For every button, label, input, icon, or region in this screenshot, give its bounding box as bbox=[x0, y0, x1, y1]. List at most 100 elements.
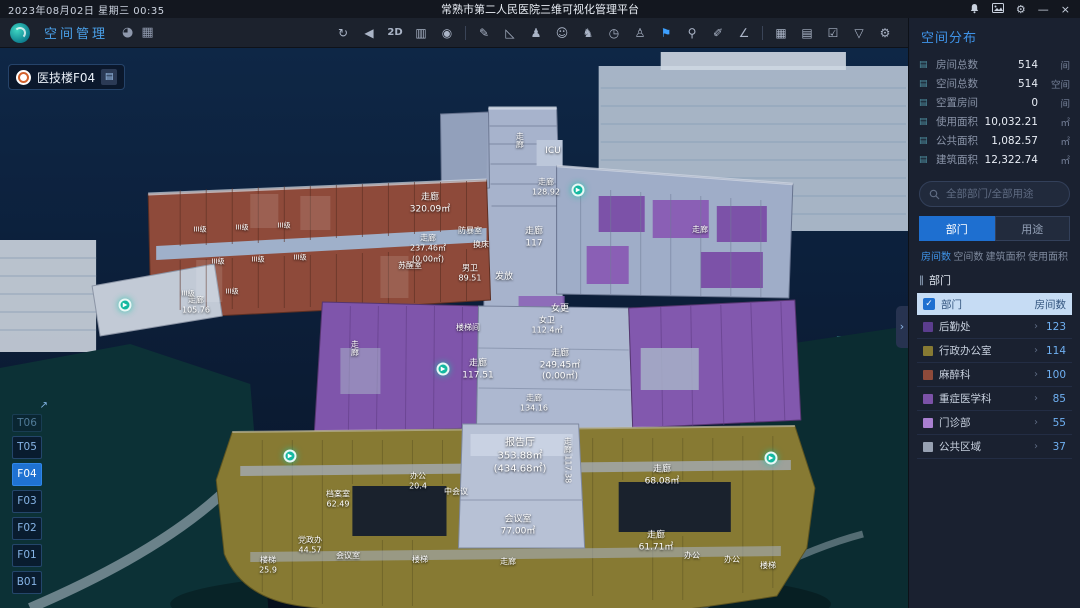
dept-color-swatch bbox=[923, 322, 933, 332]
search-tool-icon[interactable]: ⚲ bbox=[679, 18, 705, 48]
stat-value: 10,032.21 bbox=[985, 116, 1038, 128]
building-badge-icon bbox=[16, 70, 31, 85]
stats-list: ▤房间总数514间▤空间总数514空间▤空置房间0间▤使用面积10,032.21… bbox=[909, 53, 1080, 173]
floor-button-T06[interactable]: T06 bbox=[12, 414, 42, 432]
window-title: 常熟市第二人民医院三维可视化管理平台 bbox=[441, 1, 639, 17]
stat-value: 12,322.74 bbox=[985, 154, 1038, 166]
stat-unit: ㎡ bbox=[1044, 115, 1070, 129]
stat-row: ▤公共面积1,082.57㎡ bbox=[919, 131, 1070, 150]
building-icon: ▤ bbox=[919, 136, 930, 146]
person-locate-icon[interactable]: ♟ bbox=[523, 18, 549, 48]
search-icon bbox=[929, 189, 940, 200]
stat-unit: 空间 bbox=[1044, 77, 1070, 91]
building-badge: 医技楼F04 ▤ bbox=[8, 64, 125, 90]
floor-button-F01[interactable]: F01 bbox=[12, 544, 42, 567]
data-table-icon[interactable]: ▤ bbox=[794, 18, 820, 48]
dept-row[interactable]: 麻醉科›100 bbox=[917, 363, 1072, 387]
col-header-count: 房间数 bbox=[1035, 297, 1067, 312]
minimize-icon[interactable]: — bbox=[1038, 4, 1049, 15]
list-bars-icon: ‖ bbox=[919, 275, 924, 286]
history-icon[interactable]: ◷ bbox=[601, 18, 627, 48]
previous-view-icon[interactable]: ◀ bbox=[356, 18, 382, 48]
subtab-room-count[interactable]: 房间数 bbox=[921, 248, 951, 263]
dept-name: 门诊部 bbox=[939, 415, 1028, 430]
visibility-icon[interactable]: ◉ bbox=[434, 18, 460, 48]
apps-grid-icon[interactable]: ▦ bbox=[768, 18, 794, 48]
tab-usage[interactable]: 用途 bbox=[995, 216, 1071, 241]
reset-view-icon[interactable]: ↻ bbox=[330, 18, 356, 48]
floor-selector: ↗ T06T05F04F03F02F01B01 bbox=[12, 414, 42, 594]
scene-marker[interactable]: ▶ bbox=[765, 452, 778, 465]
scene-marker[interactable]: ▶ bbox=[119, 299, 132, 312]
floorplan-canvas bbox=[0, 48, 908, 608]
building-icon: ▤ bbox=[919, 98, 930, 108]
floor-button-F02[interactable]: F02 bbox=[12, 517, 42, 540]
annotate-icon[interactable]: ✐ bbox=[705, 18, 731, 48]
titlebar: 2023年08月02日 星期三 00:35 常熟市第二人民医院三维可视化管理平台… bbox=[0, 0, 1080, 18]
apps-menu-icon[interactable]: ▦ bbox=[141, 25, 153, 40]
dept-row[interactable]: 重症医学科›85 bbox=[917, 387, 1072, 411]
subtab-space-count[interactable]: 空间数 bbox=[953, 248, 983, 263]
dept-count: 55 bbox=[1044, 417, 1066, 429]
badge-list-icon[interactable]: ▤ bbox=[101, 69, 117, 85]
dept-row[interactable]: 门诊部 › 55 bbox=[917, 411, 1072, 435]
measure-distance-icon[interactable]: ◺ bbox=[497, 18, 523, 48]
dept-row[interactable]: 行政办公室›114 bbox=[917, 339, 1072, 363]
chevron-right-icon: › bbox=[1034, 321, 1038, 332]
edit-panel-icon[interactable]: ☑ bbox=[820, 18, 846, 48]
measure-angle-icon[interactable]: ∠ bbox=[731, 18, 757, 48]
dept-name: 后勤处 bbox=[939, 319, 1028, 334]
subtab-usage-area[interactable]: 使用面积 bbox=[1028, 248, 1068, 263]
floor-button-F03[interactable]: F03 bbox=[12, 490, 42, 513]
scene-marker[interactable]: ▶ bbox=[572, 184, 585, 197]
sidebar-panel: 空间分布 ▤房间总数514间▤空间总数514空间▤空置房间0间▤使用面积10,0… bbox=[908, 18, 1080, 608]
settings-tool-icon[interactable]: ⚙ bbox=[872, 18, 898, 48]
sidebar-collapse-handle[interactable]: › bbox=[896, 306, 908, 348]
roam-icon[interactable]: ♞ bbox=[575, 18, 601, 48]
mode-2d-icon[interactable]: 2D bbox=[382, 18, 408, 48]
scene-3d-viewport[interactable]: 医技楼F04 ▤ ↗ T06T05F04F03F02F01B01 走廊 320.… bbox=[0, 48, 908, 608]
chart-pie-icon[interactable]: ◕ bbox=[122, 25, 133, 40]
app-window: 2023年08月02日 星期三 00:35 常熟市第二人民医院三维可视化管理平台… bbox=[0, 0, 1080, 608]
scene-marker[interactable]: ▶ bbox=[437, 363, 450, 376]
notification-icon[interactable] bbox=[969, 3, 980, 16]
settings-icon[interactable]: ⚙ bbox=[1016, 4, 1026, 15]
select-all-checkbox[interactable]: ✓ bbox=[923, 298, 935, 310]
dept-count: 37 bbox=[1044, 441, 1066, 453]
stat-label: 房间总数 bbox=[936, 57, 978, 72]
toolbar-divider bbox=[762, 26, 763, 40]
navigation-icon[interactable]: ⚑ bbox=[653, 18, 679, 48]
chevron-right-icon: › bbox=[1034, 393, 1038, 404]
emotion-icon[interactable]: ☺ bbox=[549, 18, 575, 48]
stat-label: 公共面积 bbox=[936, 133, 978, 148]
building-icon: ▤ bbox=[919, 155, 930, 165]
scene-marker[interactable]: ▶ bbox=[284, 450, 297, 463]
floor-button-T05[interactable]: T05 bbox=[12, 436, 42, 459]
filter-icon[interactable]: ▽ bbox=[846, 18, 872, 48]
screenshot-icon[interactable] bbox=[992, 3, 1004, 15]
dept-count: 114 bbox=[1044, 345, 1066, 357]
chevron-right-icon: › bbox=[1034, 417, 1038, 428]
subtab-building-area[interactable]: 建筑面积 bbox=[986, 248, 1026, 263]
draw-icon[interactable]: ✎ bbox=[471, 18, 497, 48]
floor-expand-icon[interactable]: ↗ bbox=[40, 400, 48, 411]
floor-explode-icon[interactable]: ▥ bbox=[408, 18, 434, 48]
person-track-icon[interactable]: ♙ bbox=[627, 18, 653, 48]
dept-color-swatch bbox=[923, 418, 933, 428]
search-input[interactable] bbox=[946, 188, 1060, 200]
dept-row[interactable]: 公共区域›37 bbox=[917, 435, 1072, 459]
stat-label: 空置房间 bbox=[936, 95, 978, 110]
dept-name: 行政办公室 bbox=[939, 343, 1028, 358]
stat-value: 1,082.57 bbox=[991, 135, 1038, 147]
dept-row[interactable]: 后勤处›123 bbox=[917, 315, 1072, 339]
floor-button-F04[interactable]: F04 bbox=[12, 463, 42, 486]
stat-value: 0 bbox=[1031, 97, 1038, 109]
close-icon[interactable]: × bbox=[1061, 4, 1070, 15]
datetime-text: 2023年08月02日 星期三 00:35 bbox=[0, 2, 165, 17]
building-badge-label: 医技楼F04 bbox=[37, 69, 95, 86]
app-logo-icon[interactable] bbox=[10, 23, 30, 43]
floor-button-B01[interactable]: B01 bbox=[12, 571, 42, 594]
tab-department[interactable]: 部门 bbox=[919, 216, 995, 241]
stat-row: ▤空间总数514空间 bbox=[919, 74, 1070, 93]
stat-label: 建筑面积 bbox=[936, 152, 978, 167]
